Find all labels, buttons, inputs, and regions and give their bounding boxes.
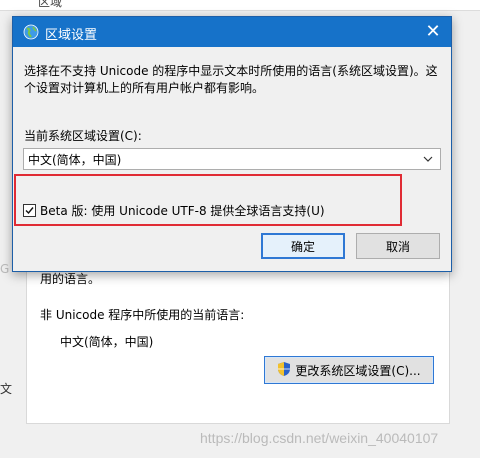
- current-locale-label: 当前系统区域设置(C):: [24, 129, 142, 143]
- background-title: 区域: [38, 0, 63, 9]
- checkmark-icon: [25, 207, 34, 215]
- beta-utf8-checkbox[interactable]: [23, 204, 36, 217]
- globe-icon: [23, 24, 39, 40]
- background-fragment-text: 用的语言。: [40, 272, 101, 286]
- ok-button[interactable]: 确定: [261, 233, 345, 259]
- chevron-down-icon: [422, 152, 434, 166]
- beta-utf8-label: Beta 版: 使用 Unicode UTF-8 提供全球语言支持(U): [40, 204, 325, 218]
- cancel-button[interactable]: 取消: [356, 233, 440, 259]
- region-settings-dialog: 区域设置 ✕ 选择在不支持 Unicode 的程序中显示文本时所使用的语言(系统…: [12, 16, 452, 272]
- selected-locale-value: 中文(简体，中国): [28, 152, 122, 167]
- current-language-value: 中文(简体，中国): [60, 335, 154, 349]
- nonunicode-language-label: 非 Unicode 程序中所使用的当前语言:: [40, 308, 245, 322]
- shield-icon: [277, 361, 291, 380]
- watermark: https://blog.csdn.net/weixin_40040107: [200, 430, 439, 446]
- change-system-locale-label: 更改系统区域设置(C)...: [295, 363, 421, 378]
- dialog-description: 选择在不支持 Unicode 的程序中显示文本时所使用的语言(系统区域设置)。这…: [24, 64, 438, 95]
- background-titlebar: 区域: [0, 0, 480, 11]
- dialog-title: 区域设置: [45, 28, 98, 43]
- close-icon[interactable]: ✕: [415, 17, 451, 47]
- system-locale-dropdown[interactable]: 中文(简体，中国): [23, 148, 441, 170]
- beta-utf8-option[interactable]: Beta 版: 使用 Unicode UTF-8 提供全球语言支持(U): [23, 202, 325, 219]
- change-system-locale-button[interactable]: 更改系统区域设置(C)...: [264, 356, 434, 384]
- background-left-fragment: 文: [0, 382, 13, 396]
- background-left-fragment-top: G: [0, 262, 10, 276]
- dialog-titlebar[interactable]: 区域设置 ✕: [13, 17, 451, 47]
